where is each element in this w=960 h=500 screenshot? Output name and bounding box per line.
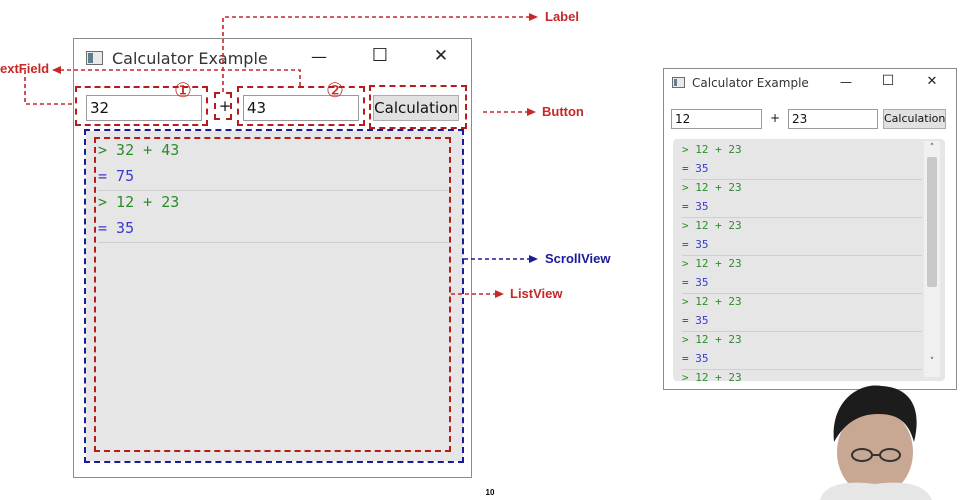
close-icon[interactable]: ✕ [920,74,944,89]
list-item-input: > 12 + 23 [682,257,742,270]
maximize-icon[interactable]: ☐ [876,73,900,89]
list-item-result: = 35 [682,314,709,327]
preview-window: Calculator Example — ☐ ✕ 12 + 23 Calcula… [663,68,957,390]
app-icon [672,77,685,88]
calculation-button[interactable]: Calculation [883,109,946,129]
first-number-field[interactable]: 12 [671,109,762,129]
label-connector [222,16,530,92]
annotation-scrollview: ScrollView [545,251,611,266]
scroll-up-icon[interactable]: ˄ [925,143,939,153]
title-bar: Calculator Example — ☐ ✕ [664,69,956,99]
scrollview-arrowhead [529,255,538,263]
row-divider [682,369,922,370]
list-item-input: > 12 + 23 [682,333,742,346]
textfield-arrowhead [52,66,61,74]
scrollbar-thumb[interactable] [927,157,937,287]
list-item-input: > 12 + 23 [682,219,742,232]
textfield-connector [60,69,301,86]
row-divider [682,293,922,294]
row-divider [682,179,922,180]
annotation-listview: ListView [510,286,563,301]
scroll-view[interactable]: > 12 + 23 = 35 > 12 + 23 = 35 > 12 + 23 … [673,139,945,381]
list-item-input: > 12 + 23 [682,295,742,308]
list-item-input: > 12 + 23 [682,181,742,194]
row-divider [682,331,922,332]
operator-label: + [769,111,781,125]
list-item-result: = 35 [682,200,709,213]
annotation-textfield: extField [0,61,50,76]
list-item-result: = 35 [682,352,709,365]
button-arrowhead [527,108,536,116]
list-item-result: = 35 [682,238,709,251]
list-item-input: > 12 + 23 [682,371,742,381]
presenter-webcam [800,380,960,500]
row-divider [682,255,922,256]
list-item-result: = 35 [682,276,709,289]
vertical-scrollbar[interactable]: ˄ ˅ [924,141,940,377]
page-number: 10 [485,488,495,497]
presenter-person [820,385,932,500]
minimize-icon[interactable]: — [834,75,858,89]
scroll-down-icon[interactable]: ˅ [925,357,939,367]
label-arrowhead [529,13,538,21]
list-item-result: = 35 [682,162,709,175]
row-divider [682,217,922,218]
listview-arrowhead [495,290,504,298]
list-item-input: > 12 + 23 [682,143,742,156]
second-number-field[interactable]: 23 [788,109,878,129]
annotation-label: Label [545,9,579,24]
window-title: Calculator Example [692,76,809,90]
annotation-button: Button [542,104,584,119]
